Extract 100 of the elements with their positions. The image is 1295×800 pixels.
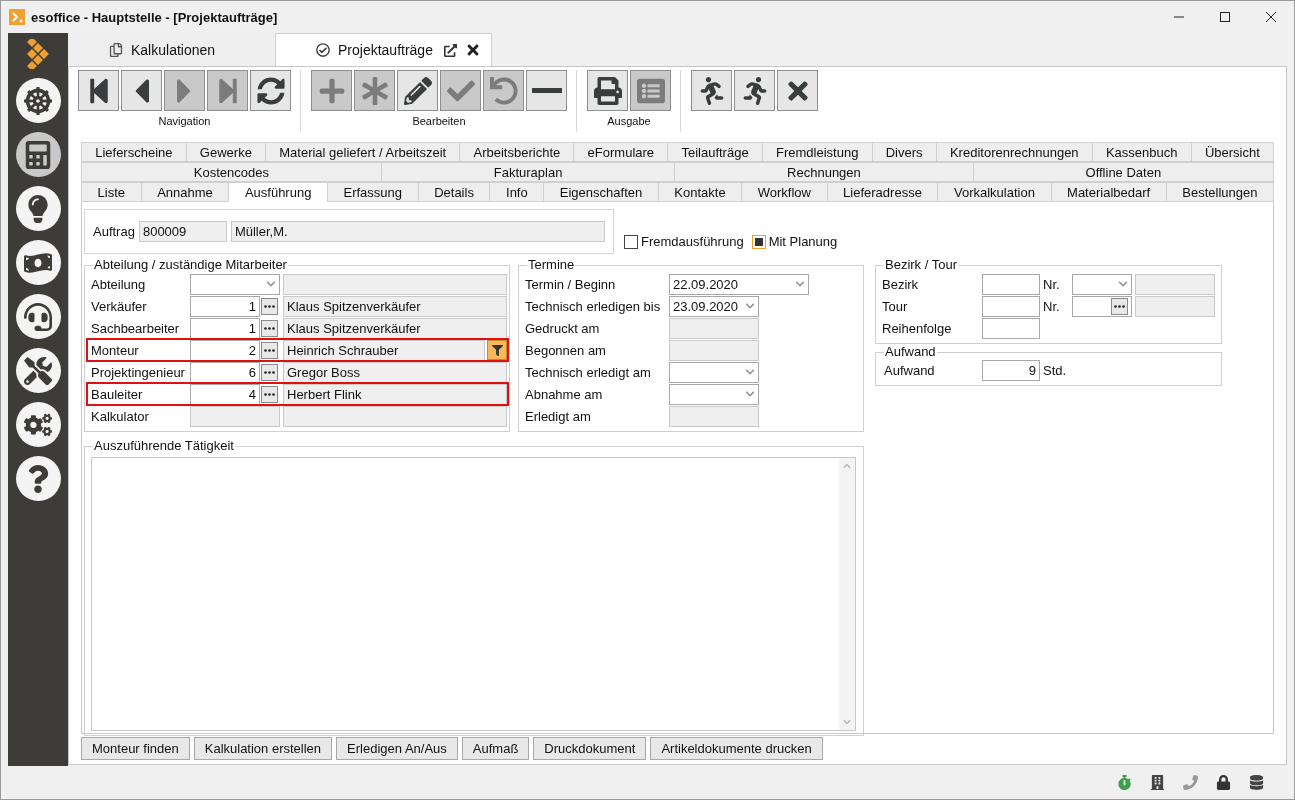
field-label: Gedruckt am [525,320,601,336]
checkbox[interactable]: Mit Planung [751,234,838,249]
ellipsis-button[interactable] [261,297,278,315]
tab[interactable]: Material geliefert / Arbeitszeit [265,142,460,162]
action-button[interactable]: Kalkulation erstellen [193,737,333,760]
name-field: Heinrich Schrauber [283,339,485,361]
tab[interactable]: Bestellungen [1165,182,1274,202]
field-label: Verkäufer [91,298,148,314]
toolbar-button[interactable] [587,70,628,111]
field-label: Nr. [1043,298,1061,314]
ellipsis-button[interactable] [261,319,278,337]
database-icon [1249,774,1264,790]
pages-icon [109,43,123,57]
sidebar-button[interactable] [15,186,61,231]
field-label: Kalkulator [91,408,150,424]
field-label: Technisch erledigen bis [525,298,662,314]
tab[interactable]: eFormulare [573,142,668,162]
tab[interactable]: Workflow [741,182,827,202]
tab[interactable]: Offline Daten [972,162,1274,182]
toolbar-button[interactable] [397,70,438,111]
tab[interactable]: Divers [871,142,936,162]
tab[interactable]: Kassenbuch [1091,142,1191,162]
ellipsis-button[interactable] [261,363,278,381]
date-dropdown[interactable]: 23.09.2020 [669,295,759,317]
tab[interactable]: Übersicht [1190,142,1274,162]
text-field[interactable] [982,317,1040,339]
checkbox[interactable]: Fremdausführung [624,234,744,249]
tab[interactable]: Kreditorenrechnungen [935,142,1092,162]
ellipsis-button[interactable] [1111,297,1128,315]
tab[interactable]: Eigenschaften [543,182,658,202]
tab[interactable]: Arbeitsberichte [459,142,574,162]
tab[interactable]: Annahme [140,182,229,202]
action-button[interactable]: Aufmaß [461,737,530,760]
sidebar-button[interactable] [15,240,61,285]
tab[interactable]: Ausführung [228,182,327,202]
toolbar-button[interactable] [121,70,162,111]
ship-wheel-icon [24,86,52,115]
number-field[interactable] [1072,295,1132,317]
date-dropdown[interactable]: 22.09.2020 [669,273,809,295]
ellipsis-button[interactable] [261,341,278,359]
toolbar-button[interactable] [78,70,119,111]
tab[interactable]: Fremdleistung [761,142,872,162]
tab[interactable]: Rechnungen [674,162,973,182]
action-button[interactable]: Artikeldokumente drucken [650,737,823,760]
tab[interactable]: Liste [81,182,141,202]
tab[interactable]: Details [417,182,490,202]
sidebar-button[interactable] [15,348,61,393]
action-button[interactable]: Erledigen An/Aus [336,737,458,760]
tab[interactable]: Erfassung [326,182,418,202]
group-label: Navigation [158,115,211,127]
number-field[interactable]: 1 [190,317,260,339]
tab[interactable]: Info [489,182,544,202]
building-icon [1150,774,1165,790]
toolbar-button[interactable] [526,70,567,111]
sidebar-button[interactable] [15,132,61,177]
chevron-down-icon[interactable] [745,367,755,377]
ellipsis-button[interactable] [261,385,278,403]
lock-icon [1216,774,1231,790]
chevron-down-icon[interactable] [266,279,276,289]
filter-button[interactable] [487,340,507,360]
text-field[interactable] [982,295,1040,317]
field-label: Abnahme am [525,386,604,402]
tab[interactable]: Lieferscheine [81,142,186,162]
close-icon[interactable] [465,42,481,58]
text-field[interactable] [982,273,1040,295]
logo-icon [26,39,50,69]
chevron-down-icon[interactable] [745,389,755,399]
chevron-down-icon[interactable] [795,279,805,289]
tab[interactable]: Materialbedarf [1050,182,1166,202]
chevron-down-icon[interactable] [1118,279,1128,289]
tab[interactable]: Teilaufträge [667,142,762,162]
sidebar-button[interactable] [15,402,61,447]
minus-icon [531,88,562,93]
number-field[interactable]: 4 [190,383,260,405]
sidebar-button[interactable] [15,456,61,501]
toolbar-button[interactable] [777,70,818,111]
sidebar-button[interactable] [15,294,61,339]
number-field[interactable]: 6 [190,361,260,383]
tab[interactable]: Lieferadresse [826,182,938,202]
close-icon [1265,11,1277,23]
tab[interactable]: Fakturaplan [380,162,675,182]
tab[interactable]: Vorkalkulation [937,182,1051,202]
toolbar-button[interactable] [691,70,732,111]
toolbar-button[interactable] [734,70,775,111]
tab[interactable]: Gewerke [185,142,266,162]
number-field[interactable]: 2 [190,339,260,361]
sidebar-button[interactable] [15,78,61,123]
chevron-down-icon[interactable] [745,301,755,311]
tab[interactable]: Kontakte [657,182,742,202]
action-button[interactable]: Druckdokument [533,737,647,760]
action-button[interactable]: Monteur finden [81,737,190,760]
field-label: Technisch erledigt am [525,364,652,380]
tab[interactable]: Kostencodes [81,162,381,182]
document-tab[interactable]: Projektaufträge [275,33,492,66]
asterisk-icon [360,76,389,105]
toolbar-button[interactable] [250,70,291,111]
external-link-icon[interactable] [444,43,457,57]
number-field[interactable]: 1 [190,295,260,317]
calculator-icon [24,140,52,169]
effort-field[interactable]: 9 [982,359,1040,381]
